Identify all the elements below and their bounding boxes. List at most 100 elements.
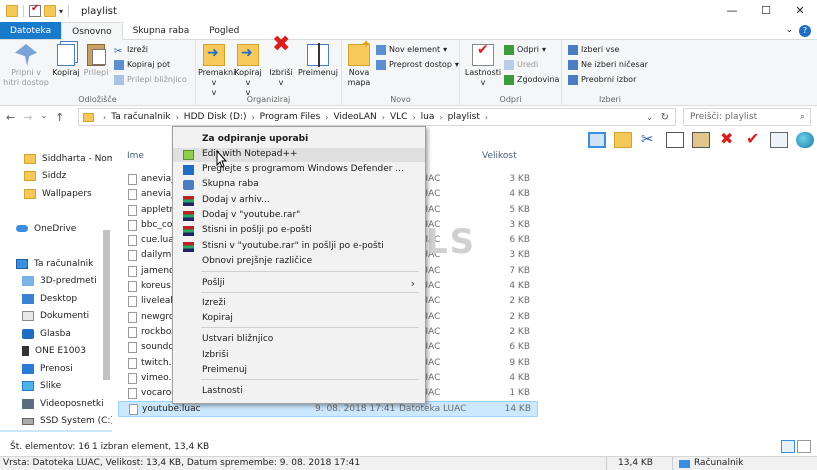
column-header-size[interactable]: Velikost	[482, 151, 517, 168]
chevron-right-icon[interactable]: ›	[439, 113, 442, 122]
copy-icon[interactable]	[666, 132, 684, 148]
delete-button[interactable]: Izbrišiv	[266, 40, 296, 88]
sidebar-item[interactable]: Dokumenti	[0, 308, 112, 326]
breadcrumb-item[interactable]: Ta računalnik	[111, 112, 170, 122]
forward-icon[interactable]: →	[23, 111, 32, 124]
chevron-right-icon[interactable]: ›	[382, 113, 385, 122]
rename-button[interactable]: Preimenuj	[298, 43, 338, 78]
up-icon[interactable]: ↑	[55, 111, 64, 124]
paste-button[interactable]: Prilepi	[82, 44, 110, 78]
context-menu-item[interactable]: Skupna raba	[173, 178, 425, 192]
sidebar-item[interactable]: SSD System (C:)	[0, 413, 112, 431]
scrollbar-thumb[interactable]	[103, 230, 110, 380]
paste-icon[interactable]	[692, 132, 710, 148]
sidebar-item[interactable]: OneDrive	[0, 220, 112, 238]
chevron-right-icon[interactable]: ›	[251, 113, 254, 122]
close-button[interactable]: ✕	[783, 0, 817, 22]
sidebar-item[interactable]: Videoposnetki	[0, 395, 112, 413]
context-menu-item[interactable]: Preglejte s programom Windows Defender .…	[173, 163, 425, 177]
select-all-button[interactable]: Izberi vse	[568, 43, 619, 56]
select-none-button[interactable]: Ne izberi ničesar	[568, 58, 648, 71]
context-menu-item[interactable]: Izreži	[173, 297, 425, 311]
sidebar-item[interactable]: Prenosi	[0, 360, 112, 378]
maximize-button[interactable]: ☐	[749, 0, 783, 22]
new-folder-button[interactable]: Nova mapa	[344, 39, 374, 88]
context-menu-item[interactable]: Za odpiranje uporabi	[173, 133, 425, 147]
chevron-right-icon[interactable]: ›	[103, 113, 106, 122]
recent-locations-icon[interactable]: ⌄	[40, 111, 47, 124]
copy-to-button[interactable]: Kopiraj vv	[232, 44, 264, 98]
breadcrumb-item[interactable]: VLC	[390, 112, 407, 122]
sidebar-item[interactable]: HDD Disk (D:)	[0, 430, 112, 432]
chevron-right-icon[interactable]: ›	[485, 113, 488, 122]
sidebar-item[interactable]: Glasba	[0, 325, 112, 343]
address-bar[interactable]: › Ta računalnik › HDD Disk (D:) › Program Fil…	[78, 108, 676, 126]
folder-icon[interactable]	[614, 132, 632, 148]
column-header-name[interactable]: Ime	[127, 151, 144, 168]
tab-view[interactable]: Pogled	[199, 22, 249, 39]
tab-home[interactable]: Osnovno	[61, 22, 123, 40]
context-menu-item[interactable]: Izbriši	[173, 349, 425, 363]
context-menu-item[interactable]: Preimenuj	[173, 364, 425, 378]
context-menu-item[interactable]: Ustvari bližnjico	[173, 333, 425, 347]
details-view-icon[interactable]	[781, 440, 795, 453]
copy-button[interactable]: Kopiraj	[52, 44, 80, 78]
globe-icon[interactable]	[796, 132, 814, 148]
back-icon[interactable]: ←	[6, 111, 15, 124]
context-menu-item[interactable]: Stisni in pošlji po e-pošti	[173, 224, 425, 238]
pin-quick-access-button[interactable]: Pripni v hitri dostop	[2, 44, 50, 88]
sidebar-item[interactable]: Siddz	[0, 168, 112, 186]
breadcrumb-item[interactable]: Program Files	[260, 112, 321, 122]
breadcrumb-item[interactable]: VideoLAN	[333, 112, 376, 122]
large-icons-view-icon[interactable]	[797, 440, 811, 453]
email-icon[interactable]	[770, 132, 788, 148]
context-menu-item[interactable]: Kopiraj	[173, 312, 425, 326]
new-folder-icon[interactable]	[44, 5, 56, 17]
edit-button[interactable]: Uredi	[504, 58, 538, 71]
easy-access-button[interactable]: Preprost dostop ▾	[376, 58, 459, 71]
sidebar-item[interactable]: Slike	[0, 378, 112, 396]
breadcrumb-item[interactable]: lua	[421, 112, 435, 122]
preview-pane-icon[interactable]	[588, 132, 606, 148]
expand-ribbon-icon[interactable]: ⌄	[785, 25, 793, 37]
help-icon[interactable]: ?	[799, 25, 811, 37]
breadcrumb-item[interactable]: playlist	[448, 112, 480, 122]
chevron-right-icon[interactable]: ›	[412, 113, 415, 122]
sidebar-item[interactable]: Siddharta - Nom	[0, 150, 112, 168]
cut-icon[interactable]	[640, 130, 658, 148]
search-input[interactable]: Preišči: playlist ⌕	[683, 108, 811, 126]
context-menu-item[interactable]: Dodaj v arhiv...	[173, 194, 425, 208]
minimize-button[interactable]: —	[715, 0, 749, 22]
invert-selection-button[interactable]: Preobrni izbor	[568, 73, 636, 86]
tab-share[interactable]: Skupna raba	[123, 22, 200, 39]
sidebar-item[interactable]: 3D-predmeti	[0, 273, 112, 291]
properties-button[interactable]: Lastnostiv	[464, 44, 502, 88]
new-item-button[interactable]: Nov element ▾	[376, 43, 447, 56]
sidebar-item[interactable]: Wallpapers	[0, 185, 112, 203]
sidebar-item[interactable]: Desktop	[0, 290, 112, 308]
delete-icon[interactable]	[718, 129, 736, 148]
history-button[interactable]: Zgodovina	[504, 73, 559, 86]
copy-path-button[interactable]: Kopiraj pot	[114, 58, 170, 71]
breadcrumb-item[interactable]: HDD Disk (D:)	[184, 112, 247, 122]
chevron-right-icon[interactable]: ›	[176, 113, 179, 122]
context-menu-item[interactable]: Pošlji ›	[173, 277, 425, 291]
properties-icon[interactable]	[744, 129, 762, 148]
cut-button[interactable]: Izreži	[114, 43, 148, 56]
paste-shortcut-button[interactable]: Prilepi bližnjico	[114, 73, 187, 86]
context-menu-item[interactable]: Lastnosti	[173, 385, 425, 399]
context-menu-item[interactable]: Edit with Notepad++	[173, 148, 425, 162]
chevron-down-icon[interactable]: ⌄	[646, 113, 653, 122]
move-to-button[interactable]: Premakni vv	[198, 44, 235, 98]
nav-scrollbar[interactable]	[102, 150, 111, 432]
tab-file[interactable]: Datoteka	[0, 22, 62, 39]
chevron-right-icon[interactable]: ›	[325, 113, 328, 122]
open-button[interactable]: Odpri ▾	[504, 43, 546, 56]
properties-icon[interactable]	[29, 3, 41, 17]
sidebar-item[interactable]: Ta računalnik	[0, 255, 112, 273]
context-menu-item[interactable]: Dodaj v "youtube.rar"	[173, 209, 425, 223]
customize-toolbar-icon[interactable]: ▾	[59, 7, 63, 16]
context-menu-item[interactable]: Obnovi prejšnje različice	[173, 255, 425, 269]
context-menu-item[interactable]: Stisni v "youtube.rar" in pošlji po e-po…	[173, 240, 425, 254]
refresh-icon[interactable]: ↻	[661, 112, 669, 123]
